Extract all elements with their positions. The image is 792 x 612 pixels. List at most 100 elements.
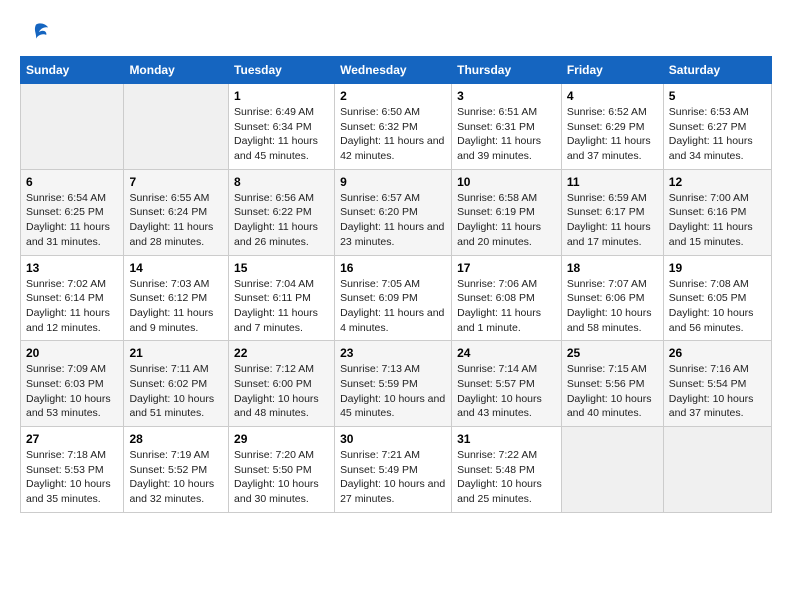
calendar-cell xyxy=(21,84,124,170)
calendar-cell: 5 Sunrise: 6:53 AM Sunset: 6:27 PM Daylig… xyxy=(663,84,771,170)
day-number: 1 xyxy=(234,89,329,103)
day-header-monday: Monday xyxy=(124,57,229,84)
day-info: Sunrise: 7:07 AM Sunset: 6:06 PM Dayligh… xyxy=(567,277,658,336)
day-info: Sunrise: 7:09 AM Sunset: 6:03 PM Dayligh… xyxy=(26,362,118,421)
day-info: Sunrise: 7:04 AM Sunset: 6:11 PM Dayligh… xyxy=(234,277,329,336)
calendar-cell: 7 Sunrise: 6:55 AM Sunset: 6:24 PM Daylig… xyxy=(124,169,229,255)
calendar-cell: 29 Sunrise: 7:20 AM Sunset: 5:50 PM Dayli… xyxy=(229,427,335,513)
day-number: 9 xyxy=(340,175,446,189)
day-info: Sunrise: 7:21 AM Sunset: 5:49 PM Dayligh… xyxy=(340,448,446,507)
day-number: 16 xyxy=(340,261,446,275)
day-info: Sunrise: 6:55 AM Sunset: 6:24 PM Dayligh… xyxy=(129,191,223,250)
logo-bird-icon xyxy=(22,20,50,48)
calendar-cell: 18Sunrise: 7:07 AM Sunset: 6:06 PM Dayli… xyxy=(561,255,663,341)
day-info: Sunrise: 6:53 AM Sunset: 6:27 PM Dayligh… xyxy=(669,105,766,164)
day-number: 13 xyxy=(26,261,118,275)
calendar-cell: 15 Sunrise: 7:04 AM Sunset: 6:11 PM Dayli… xyxy=(229,255,335,341)
calendar-table: SundayMondayTuesdayWednesdayThursdayFrid… xyxy=(20,56,772,513)
week-row-5: 27 Sunrise: 7:18 AM Sunset: 5:53 PM Dayli… xyxy=(21,427,772,513)
calendar-cell: 14Sunrise: 7:03 AM Sunset: 6:12 PM Dayli… xyxy=(124,255,229,341)
day-info: Sunrise: 7:14 AM Sunset: 5:57 PM Dayligh… xyxy=(457,362,556,421)
week-row-2: 6 Sunrise: 6:54 AM Sunset: 6:25 PM Daylig… xyxy=(21,169,772,255)
day-number: 21 xyxy=(129,346,223,360)
week-row-1: 1 Sunrise: 6:49 AM Sunset: 6:34 PM Daylig… xyxy=(21,84,772,170)
day-info: Sunrise: 7:22 AM Sunset: 5:48 PM Dayligh… xyxy=(457,448,556,507)
day-number: 27 xyxy=(26,432,118,446)
day-info: Sunrise: 7:08 AM Sunset: 6:05 PM Dayligh… xyxy=(669,277,766,336)
calendar-cell: 4Sunrise: 6:52 AM Sunset: 6:29 PM Daylig… xyxy=(561,84,663,170)
day-info: Sunrise: 7:15 AM Sunset: 5:56 PM Dayligh… xyxy=(567,362,658,421)
day-info: Sunrise: 7:13 AM Sunset: 5:59 PM Dayligh… xyxy=(340,362,446,421)
day-header-thursday: Thursday xyxy=(452,57,562,84)
calendar-cell xyxy=(124,84,229,170)
day-info: Sunrise: 6:50 AM Sunset: 6:32 PM Dayligh… xyxy=(340,105,446,164)
calendar-cell: 30 Sunrise: 7:21 AM Sunset: 5:49 PM Dayli… xyxy=(335,427,452,513)
day-info: Sunrise: 6:57 AM Sunset: 6:20 PM Dayligh… xyxy=(340,191,446,250)
calendar-cell: 23 Sunrise: 7:13 AM Sunset: 5:59 PM Dayli… xyxy=(335,341,452,427)
day-info: Sunrise: 7:02 AM Sunset: 6:14 PM Dayligh… xyxy=(26,277,118,336)
day-number: 5 xyxy=(669,89,766,103)
calendar-cell: 19Sunrise: 7:08 AM Sunset: 6:05 PM Dayli… xyxy=(663,255,771,341)
day-number: 15 xyxy=(234,261,329,275)
day-info: Sunrise: 7:18 AM Sunset: 5:53 PM Dayligh… xyxy=(26,448,118,507)
day-info: Sunrise: 7:19 AM Sunset: 5:52 PM Dayligh… xyxy=(129,448,223,507)
calendar-cell: 3 Sunrise: 6:51 AM Sunset: 6:31 PM Daylig… xyxy=(452,84,562,170)
day-info: Sunrise: 6:56 AM Sunset: 6:22 PM Dayligh… xyxy=(234,191,329,250)
day-number: 12 xyxy=(669,175,766,189)
day-number: 6 xyxy=(26,175,118,189)
day-header-saturday: Saturday xyxy=(663,57,771,84)
calendar-cell: 11Sunrise: 6:59 AM Sunset: 6:17 PM Dayli… xyxy=(561,169,663,255)
day-number: 31 xyxy=(457,432,556,446)
day-number: 14 xyxy=(129,261,223,275)
day-number: 11 xyxy=(567,175,658,189)
day-number: 23 xyxy=(340,346,446,360)
calendar-cell: 21 Sunrise: 7:11 AM Sunset: 6:02 PM Dayli… xyxy=(124,341,229,427)
day-number: 24 xyxy=(457,346,556,360)
calendar-cell: 9 Sunrise: 6:57 AM Sunset: 6:20 PM Daylig… xyxy=(335,169,452,255)
calendar-cell: 12 Sunrise: 7:00 AM Sunset: 6:16 PM Dayli… xyxy=(663,169,771,255)
day-number: 22 xyxy=(234,346,329,360)
calendar-cell: 24 Sunrise: 7:14 AM Sunset: 5:57 PM Dayli… xyxy=(452,341,562,427)
week-row-4: 20Sunrise: 7:09 AM Sunset: 6:03 PM Dayli… xyxy=(21,341,772,427)
logo xyxy=(20,20,50,46)
day-header-tuesday: Tuesday xyxy=(229,57,335,84)
day-number: 3 xyxy=(457,89,556,103)
calendar-cell: 27 Sunrise: 7:18 AM Sunset: 5:53 PM Dayli… xyxy=(21,427,124,513)
calendar-cell: 10Sunrise: 6:58 AM Sunset: 6:19 PM Dayli… xyxy=(452,169,562,255)
day-info: Sunrise: 7:11 AM Sunset: 6:02 PM Dayligh… xyxy=(129,362,223,421)
calendar-cell: 6 Sunrise: 6:54 AM Sunset: 6:25 PM Daylig… xyxy=(21,169,124,255)
day-info: Sunrise: 6:54 AM Sunset: 6:25 PM Dayligh… xyxy=(26,191,118,250)
day-header-sunday: Sunday xyxy=(21,57,124,84)
day-number: 7 xyxy=(129,175,223,189)
day-number: 30 xyxy=(340,432,446,446)
calendar-cell: 2 Sunrise: 6:50 AM Sunset: 6:32 PM Daylig… xyxy=(335,84,452,170)
day-number: 17 xyxy=(457,261,556,275)
header-row: SundayMondayTuesdayWednesdayThursdayFrid… xyxy=(21,57,772,84)
day-info: Sunrise: 6:51 AM Sunset: 6:31 PM Dayligh… xyxy=(457,105,556,164)
calendar-cell: 13 Sunrise: 7:02 AM Sunset: 6:14 PM Dayli… xyxy=(21,255,124,341)
day-info: Sunrise: 7:05 AM Sunset: 6:09 PM Dayligh… xyxy=(340,277,446,336)
calendar-cell: 28Sunrise: 7:19 AM Sunset: 5:52 PM Dayli… xyxy=(124,427,229,513)
day-number: 26 xyxy=(669,346,766,360)
calendar-cell: 17 Sunrise: 7:06 AM Sunset: 6:08 PM Dayli… xyxy=(452,255,562,341)
day-info: Sunrise: 7:20 AM Sunset: 5:50 PM Dayligh… xyxy=(234,448,329,507)
day-info: Sunrise: 6:58 AM Sunset: 6:19 PM Dayligh… xyxy=(457,191,556,250)
calendar-cell: 25 Sunrise: 7:15 AM Sunset: 5:56 PM Dayli… xyxy=(561,341,663,427)
calendar-cell: 22Sunrise: 7:12 AM Sunset: 6:00 PM Dayli… xyxy=(229,341,335,427)
day-number: 29 xyxy=(234,432,329,446)
calendar-cell: 26 Sunrise: 7:16 AM Sunset: 5:54 PM Dayli… xyxy=(663,341,771,427)
calendar-cell: 20Sunrise: 7:09 AM Sunset: 6:03 PM Dayli… xyxy=(21,341,124,427)
page-header xyxy=(20,20,772,46)
calendar-cell xyxy=(561,427,663,513)
day-info: Sunrise: 6:52 AM Sunset: 6:29 PM Dayligh… xyxy=(567,105,658,164)
calendar-cell: 31 Sunrise: 7:22 AM Sunset: 5:48 PM Dayli… xyxy=(452,427,562,513)
day-number: 2 xyxy=(340,89,446,103)
day-number: 25 xyxy=(567,346,658,360)
day-info: Sunrise: 7:16 AM Sunset: 5:54 PM Dayligh… xyxy=(669,362,766,421)
calendar-cell: 8Sunrise: 6:56 AM Sunset: 6:22 PM Daylig… xyxy=(229,169,335,255)
day-info: Sunrise: 7:00 AM Sunset: 6:16 PM Dayligh… xyxy=(669,191,766,250)
day-info: Sunrise: 7:06 AM Sunset: 6:08 PM Dayligh… xyxy=(457,277,556,336)
day-header-friday: Friday xyxy=(561,57,663,84)
day-header-wednesday: Wednesday xyxy=(335,57,452,84)
day-info: Sunrise: 6:49 AM Sunset: 6:34 PM Dayligh… xyxy=(234,105,329,164)
